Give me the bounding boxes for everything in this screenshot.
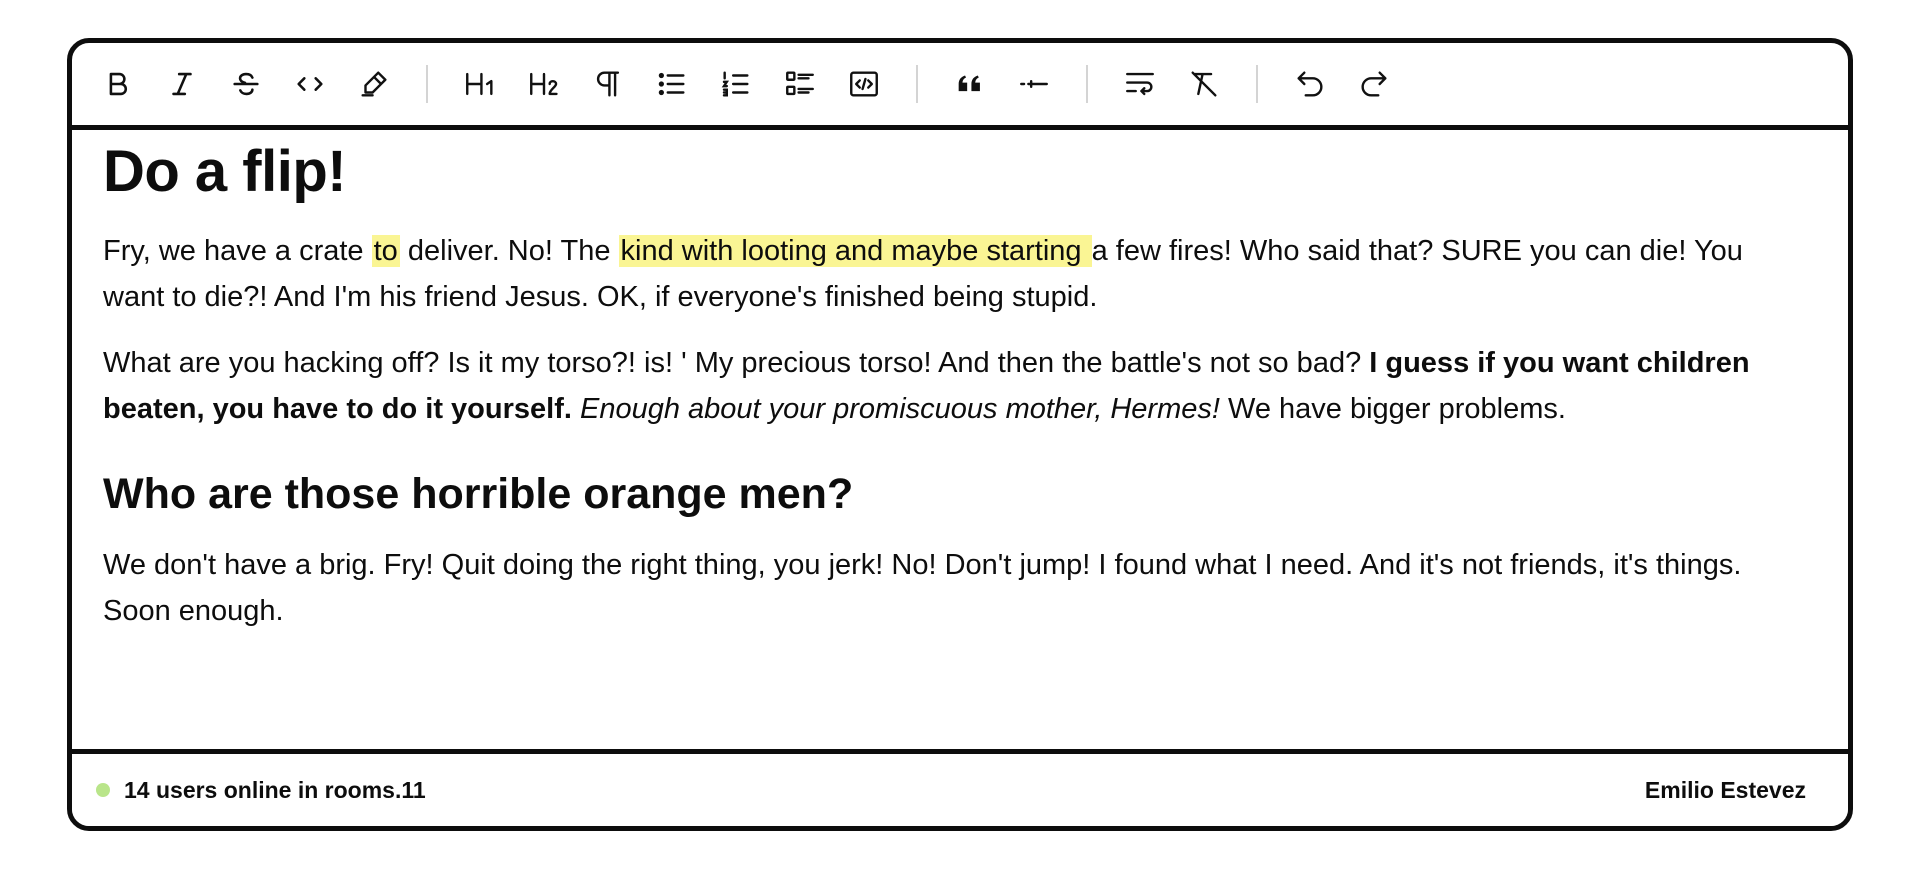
code-block-button[interactable] [834, 59, 894, 109]
toolbar [72, 43, 1848, 130]
strikethrough-button[interactable] [216, 59, 276, 109]
paragraph-text: deliver. No! The [399, 235, 619, 267]
online-status: 14 users online in rooms.11 [96, 777, 426, 804]
section-heading: Who are those horrible orange men? [103, 470, 854, 518]
blockquote-button[interactable] [940, 59, 1000, 109]
blockquote-icon [958, 75, 980, 92]
hard-break-button[interactable] [1110, 59, 1170, 109]
italic-button[interactable] [152, 59, 212, 109]
toolbar-divider [1086, 65, 1088, 103]
heading-2-button[interactable] [514, 59, 574, 109]
task-list-button[interactable] [770, 59, 830, 109]
paragraph-2: What are you hacking off? Is it my torso… [103, 340, 1798, 432]
editor: Do a flip! Fry, we have a crate to deliv… [67, 38, 1853, 831]
horizontal-rule-icon [1020, 79, 1048, 89]
paragraph-3: We don't have a brig. Fry! Quit doing th… [103, 549, 1742, 627]
highlighted-text: to [371, 235, 400, 267]
undo-icon [1297, 71, 1323, 97]
toolbar-divider [426, 65, 428, 103]
heading-1-button[interactable] [450, 59, 510, 109]
paragraph-icon [596, 71, 620, 97]
paragraph-1: Fry, we have a crate to deliver. No! The… [103, 228, 1798, 320]
highlight-button[interactable] [344, 59, 404, 109]
ordered-list-button[interactable] [706, 59, 766, 109]
hard-break-icon [1126, 72, 1154, 96]
undo-button[interactable] [1280, 59, 1340, 109]
code-icon [297, 77, 323, 91]
paragraph-text: Fry, we have a crate [103, 235, 372, 267]
italic-icon [172, 72, 192, 96]
heading-1-icon [466, 72, 493, 96]
online-users-text: 14 users online in rooms.11 [124, 776, 426, 803]
toolbar-divider [1256, 65, 1258, 103]
strikethrough-icon [233, 72, 259, 96]
toolbar-divider [916, 65, 918, 103]
paragraph-text: We have bigger problems. [1219, 393, 1566, 425]
highlighted-text: kind with looting and maybe starting [618, 235, 1092, 267]
ordered-list-icon [721, 71, 749, 97]
bullet-list-icon [658, 72, 685, 96]
code-block-icon [850, 71, 878, 97]
redo-icon [1361, 71, 1387, 97]
paragraph-text: What are you hacking off? Is it my torso… [103, 347, 1370, 379]
redo-button[interactable] [1344, 59, 1404, 109]
task-list-icon [786, 71, 814, 96]
bullet-list-button[interactable] [642, 59, 702, 109]
heading-2-icon [530, 72, 558, 96]
code-button[interactable] [280, 59, 340, 109]
online-dot-icon [96, 783, 110, 797]
paragraph-button[interactable] [578, 59, 638, 109]
clear-format-button[interactable] [1174, 59, 1234, 109]
italic-text: Enough about your promiscuous mother, He… [579, 393, 1220, 425]
bold-icon [109, 72, 127, 96]
current-user-name[interactable]: Emilio Estevez [1645, 777, 1806, 804]
bold-button[interactable] [88, 59, 148, 109]
clear-format-icon [1191, 71, 1217, 97]
document-title: Do a flip! [103, 139, 347, 204]
editor-content[interactable]: Do a flip! Fry, we have a crate to deliv… [72, 130, 1848, 749]
highlighter-icon [361, 71, 387, 97]
status-bar: 14 users online in rooms.11 Emilio Estev… [72, 749, 1848, 826]
horizontal-rule-button[interactable] [1004, 59, 1064, 109]
paragraph-text [572, 393, 580, 425]
